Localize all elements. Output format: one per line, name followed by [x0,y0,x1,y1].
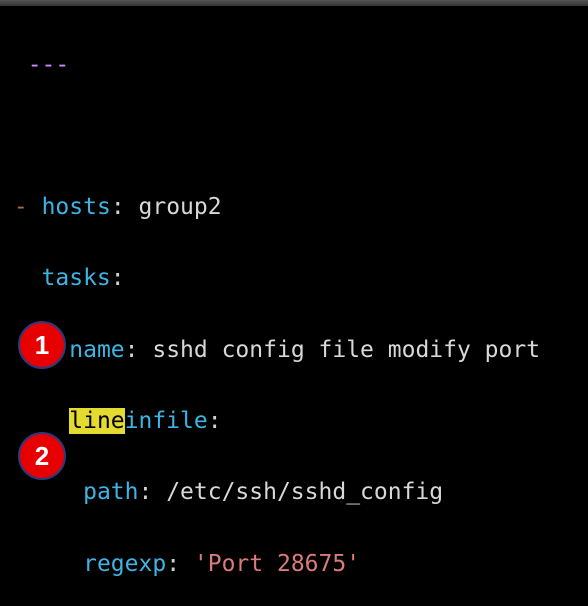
colon: : [125,337,153,363]
colon: : [111,265,125,291]
val-regexp: 'Port 28675' [194,551,360,577]
val-path: /etc/ssh/sshd_config [166,479,443,505]
key-lineinfile-rest: infile [125,408,208,434]
key-path: path [83,479,138,505]
key-tasks: tasks [42,265,111,291]
code-block: --- - hosts: group2 tasks: - name: sshd … [0,0,540,606]
val-hosts: group2 [139,194,222,220]
key-hosts: hosts [42,194,111,220]
colon: : [138,479,166,505]
badge-label: 1 [35,325,49,365]
list-dash: - [14,194,42,220]
annotation-badge-1: 1 [18,321,66,369]
annotation-badge-2: 2 [18,432,66,480]
colon: : [111,194,139,220]
badge-label: 2 [35,436,49,476]
code-editor-view: --- - hosts: group2 tasks: - name: sshd … [0,0,588,606]
search-highlight: line [69,408,124,434]
key-regexp: regexp [83,551,166,577]
yaml-doc-start: --- [28,52,70,78]
colon: : [166,551,194,577]
colon: : [208,408,222,434]
key-name: name [69,337,124,363]
val-name: sshd config file modify port [152,337,540,363]
